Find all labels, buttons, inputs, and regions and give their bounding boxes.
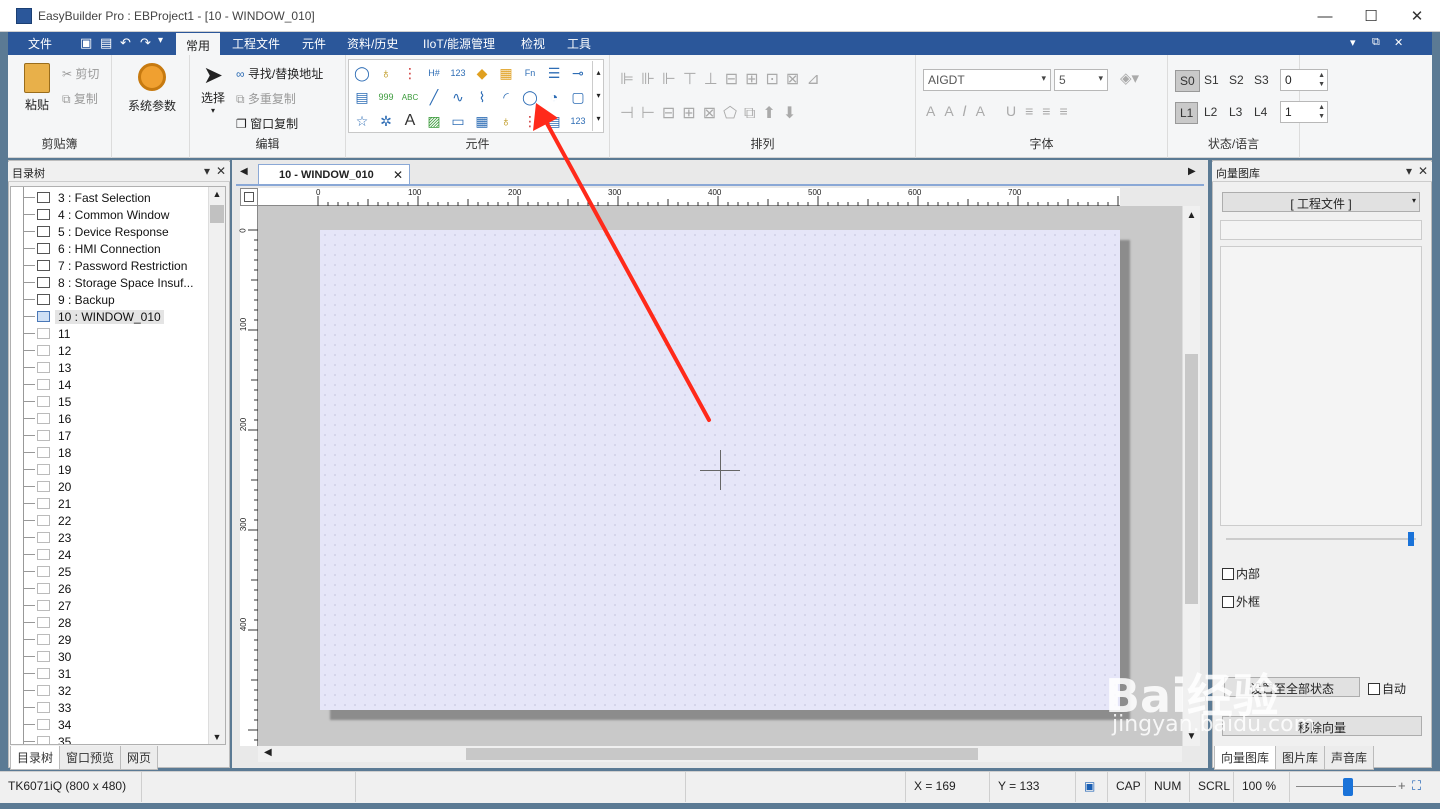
annotation-arrow-shaft — [542, 116, 711, 422]
annotation-arrow-overlay — [533, 103, 711, 422]
annotation-arrow-head — [533, 103, 558, 131]
